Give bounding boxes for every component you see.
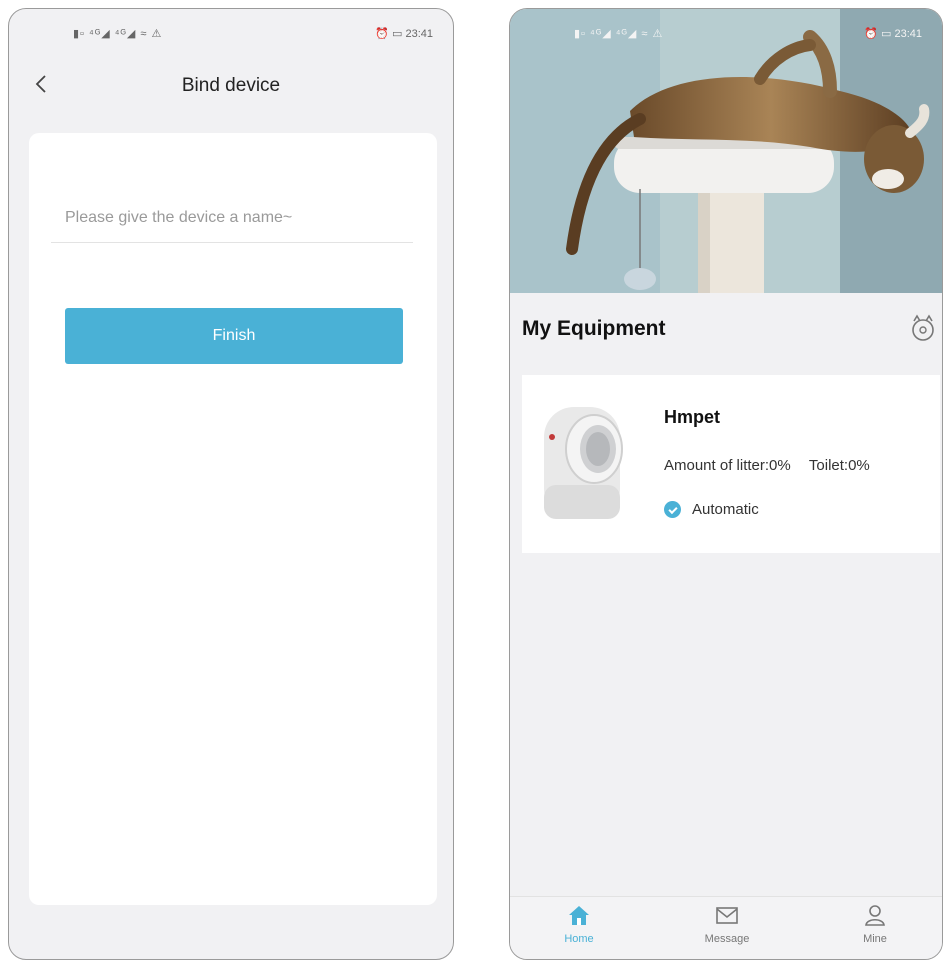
- device-name: Hmpet: [664, 407, 721, 427]
- equipment-header: My Equipment: [510, 293, 942, 355]
- nav-mine-label: Mine: [863, 933, 887, 945]
- page-title: Bind device: [181, 75, 281, 96]
- status-indicators: ▮▫ ⁴ᴳ◢ ⁴ᴳ◢ ≈ ⚠: [73, 28, 163, 40]
- bind-device-screen: ▮▫ ⁴ᴳ◢ ⁴ᴳ◢ ≈ ⚠ ⏰ ▭ 23:41 Bind device Fin…: [8, 8, 454, 960]
- top-bar: Bind device: [9, 65, 453, 105]
- litter-box-image: [544, 407, 623, 519]
- banner-image: ▮▫ ⁴ᴳ◢ ⁴ᴳ◢ ≈ ⚠ ⏰ ▭ 23:41: [510, 9, 942, 293]
- mode-status: Automatic: [664, 501, 759, 518]
- status-bar: ▮▫ ⁴ᴳ◢ ⁴ᴳ◢ ≈ ⚠ ⏰ ▭ 23:41: [9, 9, 453, 49]
- litter-amount-value: Amount of litter:0%: [664, 457, 791, 474]
- envelope-icon: [716, 907, 738, 924]
- bottom-nav: Home Message Mine: [510, 896, 942, 959]
- nav-mine[interactable]: Mine: [830, 903, 920, 945]
- toilet-value: Toilet:0%: [808, 457, 870, 474]
- bind-form-card: Finish: [29, 133, 437, 905]
- section-title: My Equipment: [522, 317, 666, 340]
- device-stats: Amount of litter:0% Toilet:0%: [664, 457, 870, 474]
- home-screen: ▮▫ ⁴ᴳ◢ ⁴ᴳ◢ ≈ ⚠ ⏰ ▭ 23:41 My Equipment Hm…: [509, 8, 943, 960]
- mode-check-icon: [664, 501, 681, 518]
- finish-button[interactable]: Finish: [65, 308, 403, 364]
- nav-home-label: Home: [564, 933, 594, 945]
- person-icon: [865, 905, 885, 926]
- nav-message[interactable]: Message: [682, 903, 772, 945]
- home-icon: [569, 906, 589, 925]
- nav-home[interactable]: Home: [534, 903, 624, 945]
- status-clock: ⏰ ▭ 23:41: [375, 28, 433, 40]
- nav-message-label: Message: [704, 933, 750, 945]
- device-name-input[interactable]: [51, 193, 413, 243]
- mode-label: Automatic: [692, 501, 759, 518]
- status-bar: ▮▫ ⁴ᴳ◢ ⁴ᴳ◢ ≈ ⚠ ⏰ ▭ 23:41: [510, 9, 942, 49]
- status-indicators: ▮▫ ⁴ᴳ◢ ⁴ᴳ◢ ≈ ⚠: [574, 28, 664, 40]
- cat-on-scratching-post-image: [510, 9, 942, 293]
- device-card[interactable]: Hmpet Amount of litter:0% Toilet:0% Auto…: [522, 375, 940, 553]
- cat-face-icon[interactable]: [908, 313, 938, 343]
- status-clock: ⏰ ▭ 23:41: [864, 28, 922, 40]
